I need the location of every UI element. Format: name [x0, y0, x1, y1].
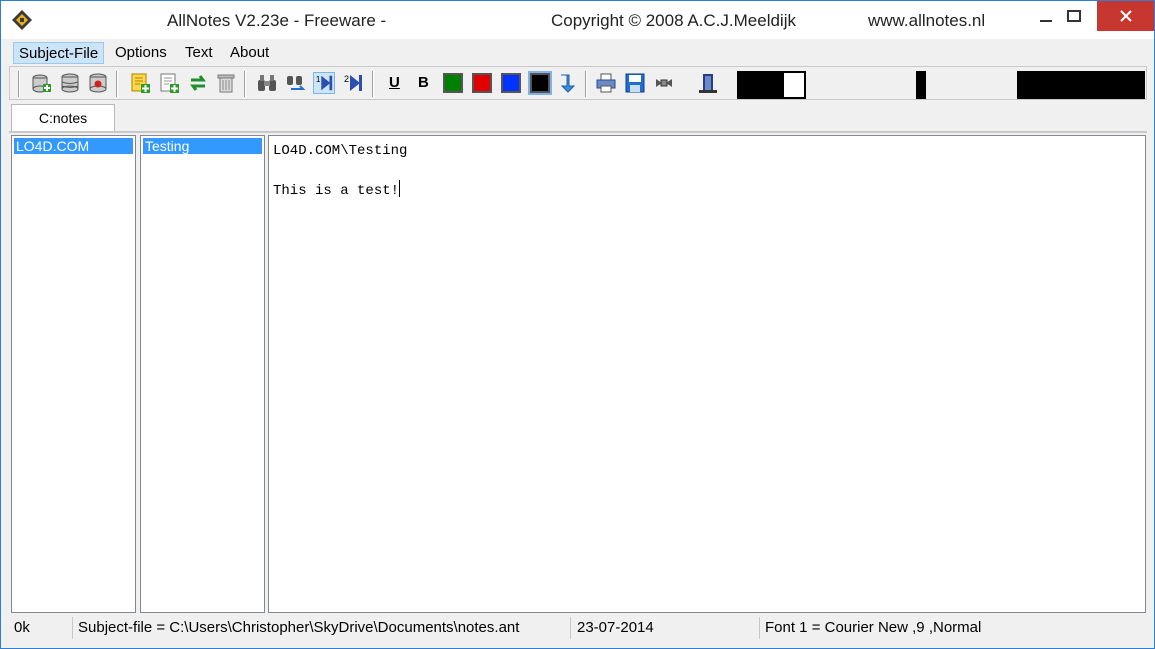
editor-line-3: This is a test! — [273, 183, 400, 199]
down-arrow-icon[interactable] — [557, 72, 579, 94]
copyright-text: Copyright © 2008 A.C.J.Meeldijk — [551, 11, 796, 30]
text-caret — [399, 180, 401, 197]
ribbon-icon[interactable] — [653, 72, 675, 94]
app-icon[interactable] — [11, 9, 33, 31]
status-date: 23-07-2014 — [574, 617, 760, 639]
blue-color-button[interactable] — [501, 73, 521, 93]
find-replace-icon[interactable] — [285, 72, 307, 94]
subject-list[interactable]: LO4D.COM — [11, 135, 136, 613]
trash-icon[interactable] — [215, 72, 237, 94]
list-item[interactable]: LO4D.COM — [14, 138, 133, 154]
note-editor[interactable]: LO4D.COM\Testing This is a test! — [268, 135, 1146, 613]
status-font: Font 1 = Courier New ,9 ,Normal — [765, 619, 982, 636]
toolbar-black-block — [916, 71, 926, 99]
toolbar-separator — [244, 71, 246, 97]
black-color-button[interactable] — [528, 71, 552, 95]
list-item[interactable]: Testing — [143, 138, 262, 154]
find-icon[interactable] — [256, 72, 278, 94]
underline-button[interactable]: U — [389, 74, 400, 91]
sort-1-icon[interactable]: 1 — [313, 72, 335, 94]
svg-text:1: 1 — [316, 75, 321, 84]
menu-text[interactable]: Text — [180, 42, 218, 64]
menu-options[interactable]: Options — [110, 42, 172, 64]
note-insert-icon[interactable] — [158, 72, 180, 94]
editor-line-1: LO4D.COM\Testing — [273, 143, 408, 159]
website-text: www.allnotes.nl — [868, 11, 986, 30]
note-add-icon[interactable] — [129, 72, 151, 94]
window-title: AllNotes V2.23e - Freeware - — [167, 11, 387, 30]
status-size: 0k — [11, 617, 73, 639]
print-icon[interactable] — [595, 72, 617, 94]
database-delete-icon[interactable] — [87, 72, 109, 94]
exit-icon[interactable] — [697, 72, 719, 94]
tab-cnotes[interactable]: C:notes — [11, 104, 115, 131]
status-bar: 0k Subject-file = C:\Users\Christopher\S… — [1, 615, 1154, 641]
sort-2-icon[interactable]: 2 — [342, 72, 364, 94]
maximize-icon — [1067, 10, 1081, 22]
menu-about[interactable]: About — [225, 42, 274, 64]
menu-subject-file[interactable]: Subject-File — [13, 42, 105, 64]
close-icon — [1119, 10, 1132, 22]
tab-strip: C:notes — [9, 103, 1147, 133]
toolbar-separator — [18, 71, 20, 97]
app-window: AllNotes V2.23e - Freeware - Copyright ©… — [0, 0, 1155, 649]
red-color-button[interactable] — [472, 73, 492, 93]
title-bar[interactable]: AllNotes V2.23e - Freeware - Copyright ©… — [1, 1, 1154, 39]
toolbar-black-block — [1017, 71, 1145, 99]
toolbar-white-block — [782, 71, 806, 99]
menu-bar: Subject-File Options Text About — [1, 39, 1154, 65]
green-color-button[interactable] — [443, 73, 463, 93]
editor-content[interactable]: LO4D.COM\Testing This is a test! — [273, 142, 407, 201]
toolbar-separator — [372, 71, 374, 97]
toolbar-black-block — [737, 71, 783, 99]
bold-button[interactable]: B — [418, 74, 429, 91]
close-button[interactable] — [1097, 1, 1154, 31]
toolbar-separator — [585, 71, 587, 97]
database-add-icon[interactable] — [30, 72, 52, 94]
save-icon[interactable] — [624, 72, 646, 94]
database-icon[interactable] — [59, 72, 81, 94]
status-file: Subject-file = C:\Users\Christopher\SkyD… — [75, 617, 571, 639]
note-list[interactable]: Testing — [140, 135, 265, 613]
maximize-button[interactable] — [1051, 1, 1097, 31]
swap-icon[interactable] — [187, 72, 209, 94]
toolbar: 1 2 U B — [9, 66, 1147, 100]
toolbar-separator — [116, 71, 118, 97]
svg-text:2: 2 — [344, 74, 349, 84]
